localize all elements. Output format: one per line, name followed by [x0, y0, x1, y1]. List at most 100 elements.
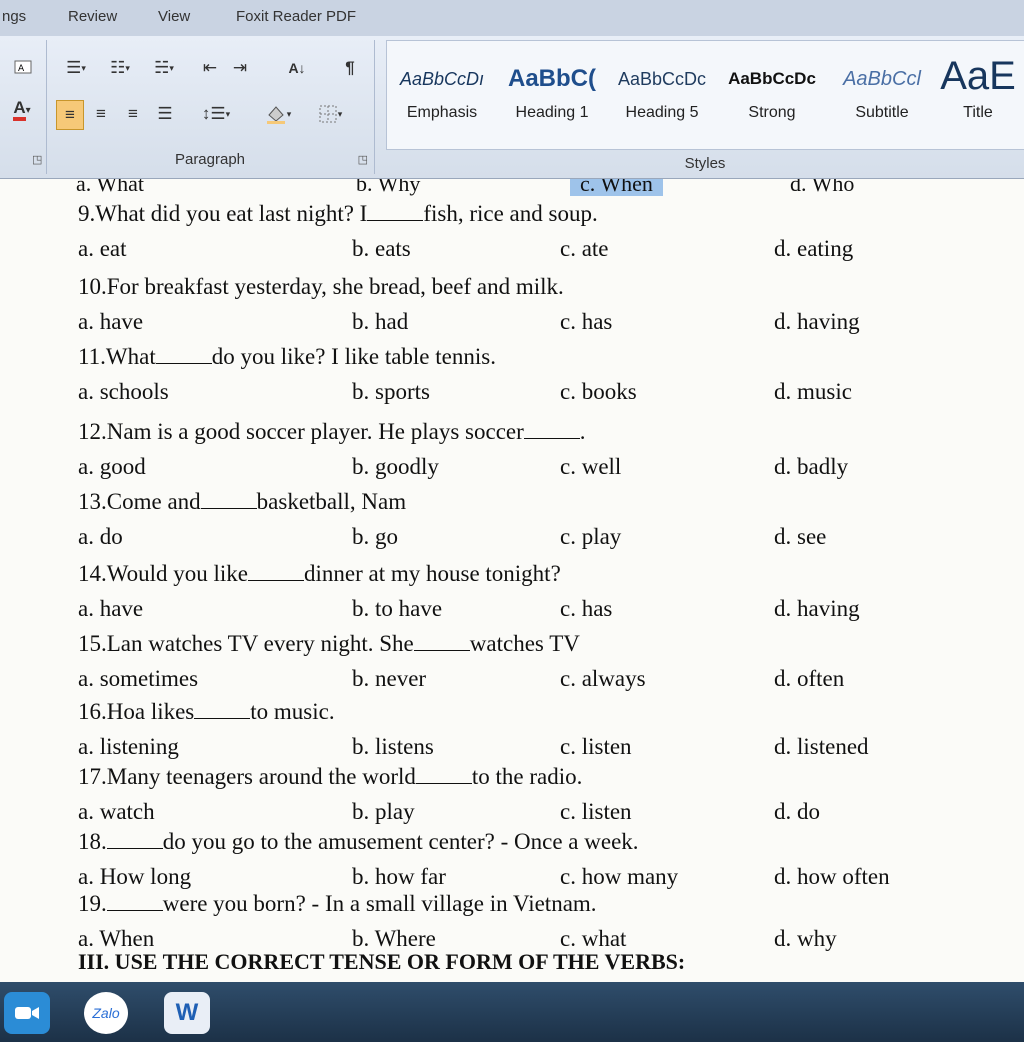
font-color-button[interactable]: A ▾: [2, 96, 42, 124]
word-app-icon[interactable]: W: [164, 992, 210, 1034]
paragraph-dialog-launcher-icon[interactable]: ◳: [358, 153, 368, 166]
question-number: 19.: [78, 891, 107, 916]
question-13-option-a: a. do: [78, 524, 123, 549]
question-text: What: [105, 344, 156, 369]
question-text-after-blank: do you like? I like table tennis.: [211, 344, 496, 369]
style-strong[interactable]: AaBbCcDc Strong: [718, 64, 826, 144]
meeting-app-icon[interactable]: [4, 992, 50, 1034]
question-10-option-d: d. having: [774, 309, 860, 334]
align-left-icon[interactable]: ≡: [56, 100, 84, 130]
question-10-option-a: a. have: [78, 309, 144, 334]
question-number: 14.: [78, 561, 107, 586]
question-text-after-blank: were you born? - In a small village in V…: [162, 891, 597, 916]
question-9: 9.What did you eat last night? I fish, ri…: [78, 201, 598, 227]
question-number: 9.: [78, 201, 96, 226]
question-text: Come and: [106, 489, 201, 514]
style-emphasis[interactable]: AaBbCcDı Emphasis: [388, 64, 496, 144]
ribbon: A A ▾ ☰ ▾ ☷ ▾ ☵ ▾ ⇤ ⇥ A↓ ¶ ≡ ≡ ≡ ☰ ↕☰ ▾ ▾ ▾ P…: [0, 36, 1024, 179]
menu-item-settings[interactable]: ngs: [2, 8, 26, 25]
question-text: Many teenagers around the world: [106, 764, 416, 789]
styles-group: AaBbCcDı Emphasis AaBbC( Heading 1 AaBbC…: [386, 40, 1024, 174]
question-17-option-b: b. play: [352, 799, 415, 824]
show-formatting-icon[interactable]: ¶: [336, 54, 364, 82]
line-spacing-icon[interactable]: ↕☰ ▾: [196, 100, 236, 128]
selected-text: c. When: [570, 179, 663, 196]
svg-text:A: A: [18, 64, 25, 74]
question-11-option-b: b. sports: [352, 379, 430, 404]
question-19: 19. were you born? - In a small village i…: [78, 891, 597, 917]
justify-icon[interactable]: ☰: [152, 100, 178, 128]
answer-blank: [200, 507, 257, 509]
question-number: 18.: [78, 829, 107, 854]
question-14-option-c: c. has: [560, 596, 613, 621]
question-text-after-blank: to the radio.: [471, 764, 583, 789]
menu-item-foxit[interactable]: Foxit Reader PDF: [236, 8, 356, 25]
zalo-app-icon[interactable]: Zalo: [84, 992, 128, 1034]
question-number: 11.: [78, 344, 106, 369]
question-11-option-a: a. schools: [78, 379, 169, 404]
increase-indent-icon[interactable]: ⇥: [226, 54, 254, 82]
multilevel-list-icon[interactable]: ☵ ▾: [144, 54, 184, 82]
style-subtitle[interactable]: AaBbCcl Subtitle: [828, 64, 936, 144]
answer-blank: [106, 909, 163, 911]
question-10: 10.For breakfast yesterday, she bread, b…: [78, 274, 564, 300]
answer-blank: [523, 437, 580, 439]
question-9-option-a: a. eat: [78, 236, 127, 261]
question-text: Lan watches TV every night. She: [106, 631, 414, 656]
menu-item-review[interactable]: Review: [68, 8, 117, 25]
answer-blank: [413, 649, 470, 651]
question-18-option-a: a. How long: [78, 864, 192, 889]
align-right-icon[interactable]: ≡: [120, 100, 146, 128]
font-dialog-launcher-icon[interactable]: ◳: [32, 153, 42, 166]
borders-icon[interactable]: ▾: [308, 100, 352, 128]
style-title[interactable]: AaE Title: [934, 56, 1022, 144]
answer-blank: [415, 782, 472, 784]
question-text-after-blank: .: [579, 419, 586, 444]
document-page[interactable]: a. What b. Why c. When d. Who 9.What did…: [0, 179, 1024, 982]
numbering-icon[interactable]: ☷ ▾: [100, 54, 140, 82]
style-heading-5[interactable]: AaBbCcDc Heading 5: [608, 64, 716, 144]
question-number: 16.: [78, 699, 107, 724]
question-text-after-blank: dinner at my house tonight?: [304, 561, 561, 586]
question-number: 15.: [78, 631, 107, 656]
cut-option-a: a. What: [76, 179, 145, 196]
question-number: 17.: [78, 764, 107, 789]
question-14: 14.Would you like dinner at my house toni…: [78, 561, 561, 587]
styles-group-label: Styles: [684, 155, 726, 172]
clear-format-icon[interactable]: A: [8, 54, 38, 82]
question-13-option-c: c. play: [560, 524, 622, 549]
question-11: 11.What do you like? I like table tennis.: [78, 344, 496, 370]
align-center-icon[interactable]: ≡: [88, 100, 114, 128]
sort-icon[interactable]: A↓: [282, 54, 312, 82]
answer-blank: [106, 847, 163, 849]
question-10-option-b: b. had: [352, 309, 409, 334]
question-text-after-blank: do you go to the amusement center? - Onc…: [162, 829, 639, 854]
question-text: What did you eat last night? I: [95, 201, 368, 226]
question-11-option-c: c. books: [560, 379, 637, 404]
bullets-icon[interactable]: ☰ ▾: [56, 54, 96, 82]
paragraph-group-label: Paragraph: [174, 151, 246, 168]
question-19-option-d: d. why: [774, 926, 837, 951]
question-11-option-d: d. music: [774, 379, 852, 404]
answer-blank: [155, 362, 212, 364]
cut-option-b: b. Why: [356, 179, 421, 196]
question-13-option-d: d. see: [774, 524, 827, 549]
question-9-option-d: d. eating: [774, 236, 854, 261]
question-15-option-d: d. often: [774, 666, 845, 691]
question-13: 13.Come and basketball, Nam: [78, 489, 406, 515]
question-16-option-d: d. listened: [774, 734, 869, 759]
menu-item-view[interactable]: View: [158, 8, 190, 25]
question-18-option-d: d. how often: [774, 864, 890, 889]
shading-icon[interactable]: ▾: [256, 100, 300, 128]
question-text: Hoa likes: [106, 699, 195, 724]
section-heading: III. USE THE CORRECT TENSE OR FORM OF TH…: [78, 949, 686, 974]
cut-option-c: c. When: [570, 179, 663, 197]
question-14-option-a: a. have: [78, 596, 144, 621]
question-17-option-d: d. do: [774, 799, 820, 824]
style-heading-1[interactable]: AaBbC( Heading 1: [498, 64, 606, 144]
question-text: Would you like: [106, 561, 248, 586]
question-14-option-d: d. having: [774, 596, 860, 621]
question-17: 17.Many teenagers around the world to the…: [78, 764, 582, 790]
question-9-option-c: c. ate: [560, 236, 609, 261]
decrease-indent-icon[interactable]: ⇤: [196, 54, 224, 82]
